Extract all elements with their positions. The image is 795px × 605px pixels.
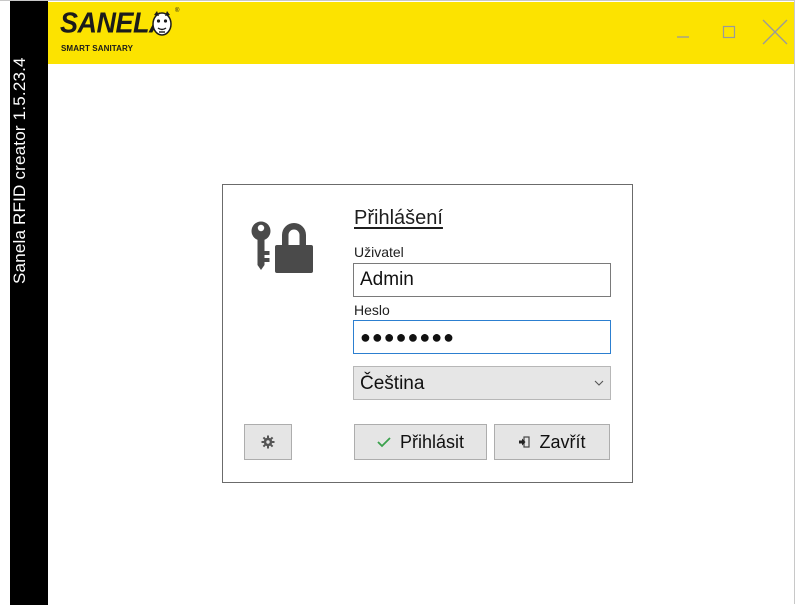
- checkmark-icon: [377, 437, 391, 448]
- key-lock-icon: [251, 221, 313, 273]
- chevron-down-icon: [594, 380, 604, 386]
- language-selected-value: Čeština: [360, 373, 425, 394]
- header-bar: SANELA SMART SANITARY ®: [48, 2, 794, 64]
- password-label: Heslo: [354, 302, 390, 318]
- close-dialog-button[interactable]: Zavřít: [494, 424, 610, 460]
- minimize-button[interactable]: [660, 12, 706, 52]
- login-dialog: Přihlášení Uživatel Heslo Čeština: [222, 184, 633, 483]
- app-window: Sanela RFID creator 1.5.23.4 SANELA SMAR…: [0, 0, 795, 605]
- logo-tagline: SMART SANITARY: [61, 44, 134, 53]
- login-button-label: Přihlásit: [399, 431, 465, 452]
- password-input[interactable]: [353, 320, 611, 354]
- close-window-button[interactable]: [752, 12, 795, 52]
- close-icon: [762, 19, 788, 45]
- close-button-label: Zavřít: [539, 431, 586, 452]
- maximize-icon: [722, 25, 736, 39]
- minimize-icon: [677, 36, 689, 38]
- settings-button[interactable]: [244, 424, 292, 460]
- logo-registered-mark: ®: [175, 8, 180, 14]
- username-label: Uživatel: [354, 244, 404, 260]
- mascot-icon: [152, 11, 172, 36]
- login-button[interactable]: Přihlásit: [354, 424, 487, 460]
- username-input[interactable]: [353, 263, 611, 297]
- app-title: Sanela RFID creator 1.5.23.4: [10, 57, 29, 284]
- exit-icon: [519, 436, 531, 448]
- language-select[interactable]: Čeština: [353, 366, 611, 400]
- login-title: Přihlášení: [354, 207, 443, 229]
- gear-icon: [261, 435, 275, 449]
- maximize-button[interactable]: [706, 12, 752, 52]
- sanela-logo: SANELA SMART SANITARY ®: [60, 7, 200, 58]
